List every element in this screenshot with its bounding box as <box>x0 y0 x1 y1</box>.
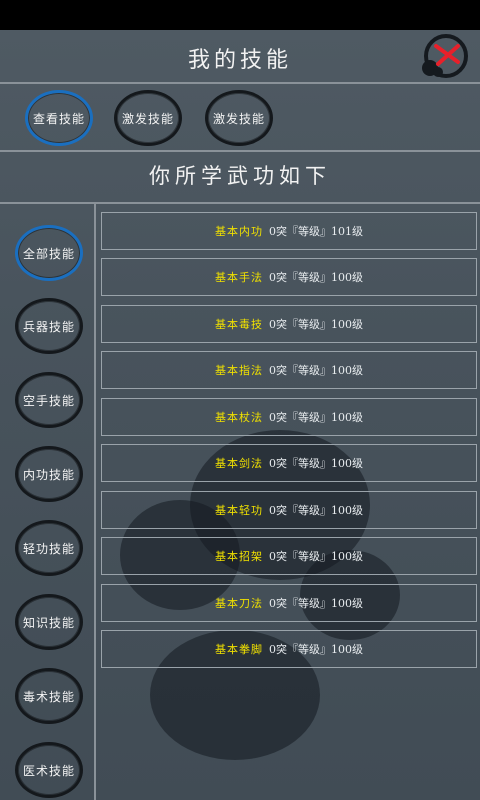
divider <box>0 82 480 84</box>
close-button[interactable] <box>418 32 470 80</box>
category-medical-skills[interactable]: 医术技能 <box>15 742 83 798</box>
divider <box>0 150 480 152</box>
skill-info: 0突『等级』100级 <box>269 504 363 517</box>
page-title: 我的技能 <box>187 48 292 73</box>
skill-name: 基本毒技 <box>215 318 263 331</box>
skill-row[interactable]: 基本拳脚 0突『等级』100级 <box>101 630 477 668</box>
skill-row[interactable]: 基本毒技 0突『等级』100级 <box>101 305 477 343</box>
divider <box>0 202 480 204</box>
close-icon <box>422 34 468 78</box>
category-all-skills[interactable]: 全部技能 <box>15 225 83 281</box>
category-knowledge-skills[interactable]: 知识技能 <box>15 594 83 650</box>
skill-info: 0突『等级』100级 <box>269 457 363 470</box>
skill-info: 0突『等级』100级 <box>269 364 363 377</box>
tab-view-skills[interactable]: 查看技能 <box>25 90 93 146</box>
skill-name: 基本轻功 <box>215 504 263 517</box>
status-bar <box>0 0 480 30</box>
category-unarmed-skills[interactable]: 空手技能 <box>15 372 83 428</box>
section-subtitle: 你所学武功如下 <box>149 164 331 188</box>
skill-row[interactable]: 基本内功 0突『等级』101级 <box>101 212 477 250</box>
skill-info: 0突『等级』100级 <box>269 271 363 284</box>
skill-row[interactable]: 基本指法 0突『等级』100级 <box>101 351 477 389</box>
skill-info: 0突『等级』101级 <box>269 225 363 238</box>
skill-name: 基本拳脚 <box>215 643 263 656</box>
skill-row[interactable]: 基本刀法 0突『等级』100级 <box>101 584 477 622</box>
skill-name: 基本剑法 <box>215 457 263 470</box>
tab-activate-skills[interactable]: 激发技能 <box>114 90 182 146</box>
skill-name: 基本招架 <box>215 550 263 563</box>
skill-name: 基本内功 <box>215 225 263 238</box>
skill-row[interactable]: 基本招架 0突『等级』100级 <box>101 537 477 575</box>
skill-row[interactable]: 基本杖法 0突『等级』100级 <box>101 398 477 436</box>
skill-row[interactable]: 基本手法 0突『等级』100级 <box>101 258 477 296</box>
skill-row[interactable]: 基本剑法 0突『等级』100级 <box>101 444 477 482</box>
skill-info: 0突『等级』100级 <box>269 597 363 610</box>
skill-info: 0突『等级』100级 <box>269 550 363 563</box>
skill-info: 0突『等级』100级 <box>269 643 363 656</box>
skill-name: 基本刀法 <box>215 597 263 610</box>
category-internal-skills[interactable]: 内功技能 <box>15 446 83 502</box>
vertical-divider <box>94 204 96 800</box>
skill-info: 0突『等级』100级 <box>269 411 363 424</box>
category-poison-skills[interactable]: 毒术技能 <box>15 668 83 724</box>
screen: 我的技能 查看技能 激发技能 激发技能 你所学武功如下 全部技能 兵器技能 空手… <box>0 0 480 800</box>
skill-row[interactable]: 基本轻功 0突『等级』100级 <box>101 491 477 529</box>
category-weapon-skills[interactable]: 兵器技能 <box>15 298 83 354</box>
tab-activate-skills-2[interactable]: 激发技能 <box>205 90 273 146</box>
category-lightness-skills[interactable]: 轻功技能 <box>15 520 83 576</box>
skill-name: 基本手法 <box>215 271 263 284</box>
app-panel: 我的技能 查看技能 激发技能 激发技能 你所学武功如下 全部技能 兵器技能 空手… <box>0 30 480 800</box>
skill-info: 0突『等级』100级 <box>269 318 363 331</box>
skill-name: 基本指法 <box>215 364 263 377</box>
skill-name: 基本杖法 <box>215 411 263 424</box>
